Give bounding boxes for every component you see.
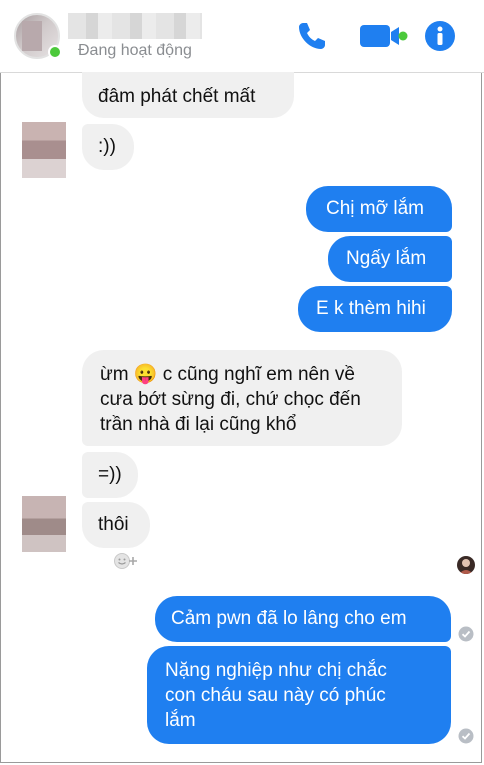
delivered-check-icon <box>458 626 474 642</box>
message-bubble-incoming[interactable]: thôi <box>82 502 150 548</box>
info-icon[interactable] <box>424 20 456 52</box>
online-indicator <box>48 45 62 59</box>
delivered-check-icon <box>458 728 474 744</box>
chat-header: Đang hoạt động <box>0 0 484 73</box>
message-bubble-incoming[interactable]: đâm phát chết mất <box>82 72 294 118</box>
message-bubble-outgoing[interactable]: E k thèm hihi <box>298 286 452 332</box>
contact-name-blurred[interactable] <box>68 13 202 39</box>
seen-by-avatar <box>457 556 475 574</box>
message-bubble-outgoing[interactable]: Chị mỡ lắm <box>306 186 452 232</box>
message-bubble-outgoing[interactable]: Cảm pwn đã lo lâng cho em <box>155 596 451 642</box>
message-bubble-outgoing[interactable]: Nặng nghiệp như chị chắc con cháu sau nà… <box>147 646 451 744</box>
sender-avatar[interactable] <box>22 496 66 552</box>
message-bubble-incoming[interactable]: =)) <box>82 452 138 498</box>
active-status: Đang hoạt động <box>78 42 192 59</box>
sender-avatar[interactable] <box>22 122 66 178</box>
add-reaction-icon[interactable] <box>113 552 139 570</box>
phone-icon[interactable] <box>296 20 328 52</box>
video-call-icon[interactable] <box>358 20 408 52</box>
message-bubble-outgoing[interactable]: Ngấy lắm <box>328 236 452 282</box>
message-bubble-incoming[interactable]: ừm 😛 c cũng nghĩ em nên về cưa bớt sừng … <box>82 350 402 446</box>
message-bubble-incoming[interactable]: :)) <box>82 124 134 170</box>
